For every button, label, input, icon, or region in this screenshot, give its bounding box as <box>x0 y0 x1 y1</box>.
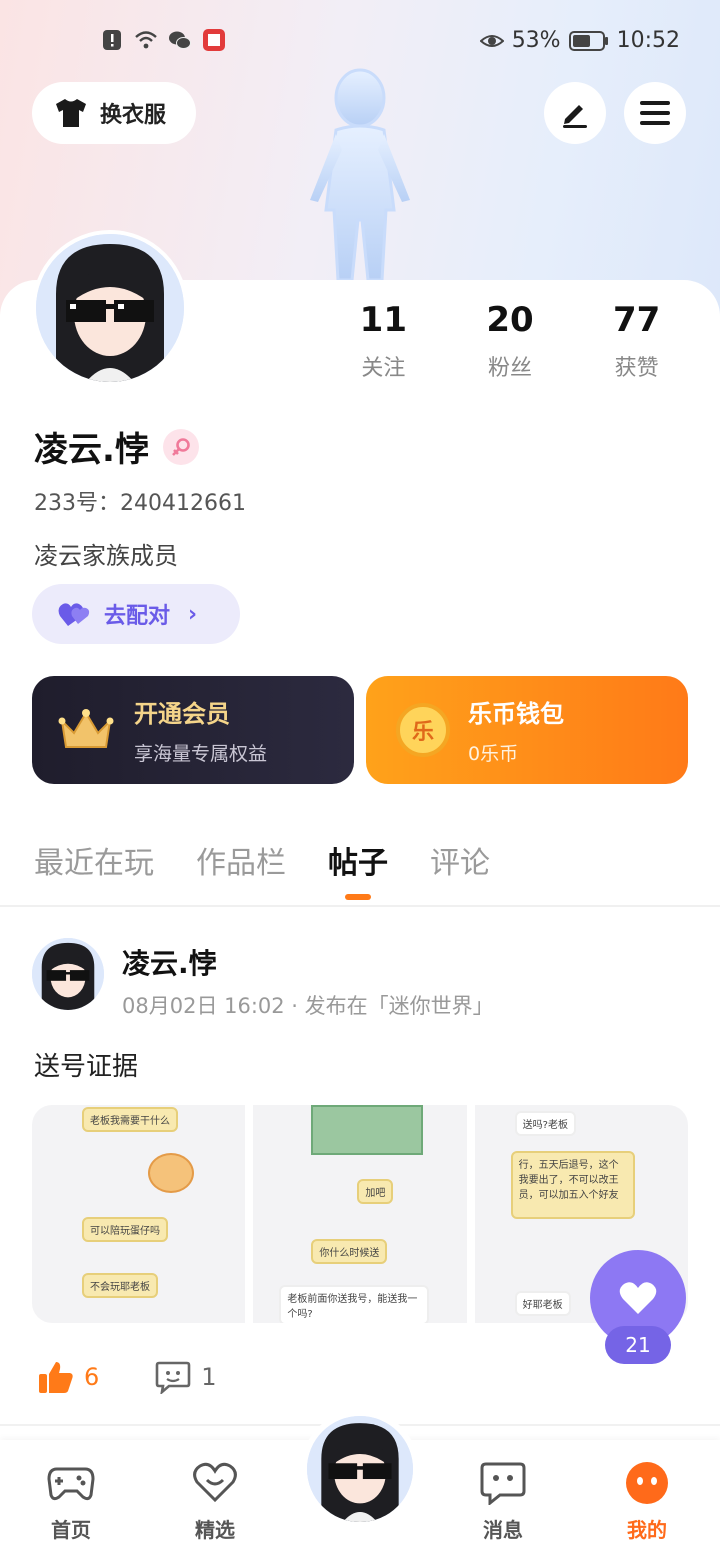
pencil-icon <box>563 105 587 128</box>
nav-avatar-button[interactable] <box>301 1410 419 1528</box>
coin-icon: 乐 <box>396 703 450 757</box>
hologram-figure <box>310 68 410 282</box>
stat-likes-value: 77 <box>613 300 661 340</box>
nav-me[interactable]: 我的 <box>602 1458 692 1543</box>
me-face-icon <box>626 1462 668 1504</box>
wallet-title: 乐币钱包 <box>468 700 564 728</box>
chat-bubble: 可以陪玩蛋仔吗 <box>82 1217 168 1242</box>
battery-icon <box>568 30 608 51</box>
chat-bubble: 好耶老板 <box>514 1291 571 1316</box>
status-bar: 53% 10:52 <box>0 22 720 62</box>
profile-nickname-row: 凌云.悖 <box>34 422 199 471</box>
nav-messages[interactable]: 消息 <box>458 1458 548 1543</box>
vip-title: 开通会员 <box>134 700 230 728</box>
like-count: 6 <box>84 1363 100 1391</box>
stat-followers-label: 粉丝 <box>488 356 533 381</box>
heart-icon <box>619 1282 657 1314</box>
stat-following[interactable]: 11 关注 <box>320 300 447 382</box>
avatar-image <box>32 938 104 1010</box>
thumbs-up-icon <box>39 1362 73 1393</box>
profile-stats: 11 关注 20 粉丝 77 获赞 <box>320 300 700 382</box>
nav-featured-label: 精选 <box>195 1518 235 1542</box>
eye-icon <box>479 34 504 47</box>
pair-button[interactable]: 去配对 › <box>32 584 240 644</box>
comment-button[interactable]: 1 <box>155 1360 217 1394</box>
like-button[interactable]: 6 <box>38 1360 99 1394</box>
gamepad-icon <box>47 1467 95 1501</box>
profile-nickname: 凌云.悖 <box>34 430 149 470</box>
chat-bubble: 老板我需要干什么 <box>82 1107 178 1132</box>
chat-bubble: 行，五天后退号，这个我要出了，不可以改王员，可以加五入个好友 <box>510 1151 635 1219</box>
vip-subtitle: 享海量专属权益 <box>134 743 268 765</box>
nav-home[interactable]: 首页 <box>26 1458 116 1543</box>
game-screenshot <box>311 1105 424 1155</box>
post-author-avatar[interactable] <box>32 938 104 1010</box>
tab-works[interactable]: 作品栏 <box>196 838 286 882</box>
wechat-icon <box>169 31 191 49</box>
crown-icon <box>58 709 114 748</box>
tab-indicator <box>345 894 371 900</box>
nav-me-label: 我的 <box>627 1518 667 1542</box>
nav-featured[interactable]: 精选 <box>170 1458 260 1543</box>
heart-outline-icon <box>193 1462 237 1503</box>
avatar-image <box>307 1416 413 1522</box>
vip-card[interactable]: 开通会员 享海量专属权益 <box>32 676 354 784</box>
post-meta: 08月02日 16:02 · 发布在「迷你世界」 <box>122 994 494 1018</box>
emoji-sticker <box>148 1153 194 1193</box>
chat-bubble: 加吧 <box>357 1179 394 1204</box>
tab-recent[interactable]: 最近在玩 <box>34 838 154 882</box>
post-actions: 6 1 <box>38 1360 217 1394</box>
alert-icon <box>103 30 121 50</box>
chat-bubble: 老板前面你送我号，能送我一个吗? <box>279 1285 430 1323</box>
stat-likes-label: 获赞 <box>614 356 659 381</box>
edit-profile-button[interactable] <box>544 82 606 144</box>
comment-count: 1 <box>201 1363 217 1391</box>
post-image-1[interactable]: 老板我需要干什么 可以陪玩蛋仔吗 不会玩耶老板 <box>32 1105 246 1323</box>
post-author-name[interactable]: 凌云.悖 <box>122 942 217 982</box>
stat-following-value: 11 <box>359 300 407 340</box>
chat-bubble: 不会玩耶老板 <box>82 1273 158 1298</box>
tab-posts[interactable]: 帖子 <box>328 838 388 900</box>
tshirt-icon <box>56 99 86 127</box>
menu-icon <box>640 101 670 125</box>
profile-bio: 凌云家族成员 <box>34 542 178 570</box>
change-outfit-button[interactable]: 换衣服 <box>32 82 196 144</box>
post-image-2[interactable]: 加吧 你什么时候送 老板前面你送我号，能送我一个吗? <box>253 1105 467 1323</box>
message-icon <box>480 1462 526 1505</box>
nav-home-label: 首页 <box>51 1518 91 1542</box>
chat-bubble: 你什么时候送 <box>311 1239 388 1264</box>
profile-uid: 233号：240412661 <box>34 491 246 516</box>
stat-following-label: 关注 <box>361 356 406 381</box>
profile-avatar[interactable] <box>32 230 188 386</box>
wifi-icon <box>135 31 157 49</box>
hearts-icon <box>58 603 90 626</box>
chat-bubble: 送吗?老板 <box>514 1111 576 1136</box>
change-outfit-label: 换衣服 <box>100 103 167 128</box>
battery-percent: 53% <box>511 28 561 53</box>
stat-likes[interactable]: 77 获赞 <box>573 300 700 382</box>
reader-app-icon <box>203 29 225 51</box>
nav-messages-label: 消息 <box>483 1518 523 1542</box>
stat-followers-value: 20 <box>486 300 534 340</box>
tabs-divider <box>0 905 720 907</box>
chevron-right-icon: › <box>188 601 198 627</box>
female-icon <box>162 428 199 465</box>
comment-icon <box>155 1361 191 1394</box>
menu-button[interactable] <box>624 82 686 144</box>
tab-posts-label: 帖子 <box>328 846 388 881</box>
clock: 10:52 <box>616 28 680 53</box>
profile-tabs: 最近在玩 作品栏 帖子 评论 <box>34 838 490 900</box>
pair-label: 去配对 <box>104 604 171 629</box>
wallet-subtitle: 0乐币 <box>468 743 519 765</box>
stat-followers[interactable]: 20 粉丝 <box>447 300 574 382</box>
wallet-card[interactable]: 乐 乐币钱包 0乐币 <box>366 676 688 784</box>
tab-comments[interactable]: 评论 <box>430 838 490 882</box>
fab-like-count: 21 <box>605 1326 671 1364</box>
post-text: 送号证据 <box>34 1052 139 1082</box>
avatar-image <box>36 234 184 382</box>
